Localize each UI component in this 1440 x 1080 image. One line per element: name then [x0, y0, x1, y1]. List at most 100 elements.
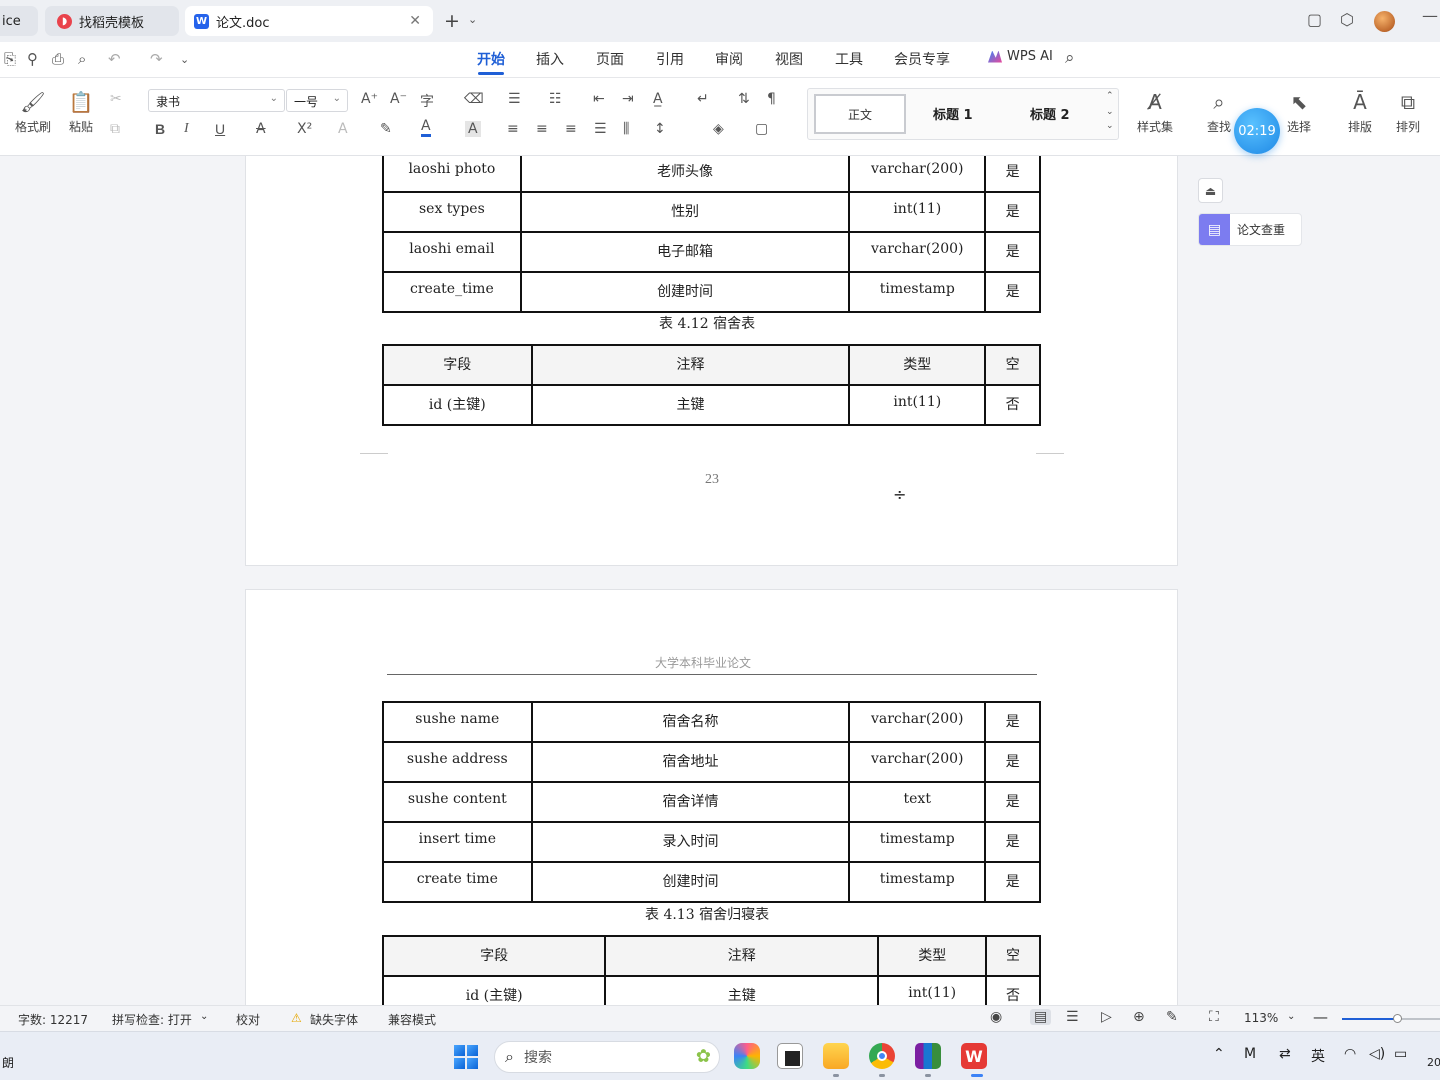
underline-button[interactable]: U: [215, 121, 225, 137]
wps-office-icon[interactable]: W: [961, 1043, 987, 1069]
numbered-list-icon[interactable]: ☷: [549, 91, 562, 107]
font-color-icon[interactable]: A: [421, 119, 431, 137]
menu-review[interactable]: 审阅: [715, 49, 743, 69]
collapse-panel-button[interactable]: ⏏: [1198, 178, 1223, 203]
chevron-down-icon[interactable]: ⌄: [200, 1011, 208, 1022]
close-tab-icon[interactable]: ✕: [409, 13, 421, 29]
find-button[interactable]: ⌕ 查找: [1204, 90, 1234, 135]
phonetic-guide-icon[interactable]: 字: [420, 91, 434, 111]
text-effect-icon[interactable]: A: [338, 121, 348, 137]
undo-icon[interactable]: ↶: [108, 50, 121, 68]
grow-font-icon[interactable]: A⁺: [361, 91, 378, 107]
window-layout-icon[interactable]: ▢: [1307, 10, 1322, 29]
minimize-icon[interactable]: —: [1422, 6, 1438, 25]
arrange-button[interactable]: ⧉ 排列: [1388, 90, 1428, 135]
cube-icon[interactable]: ⬡: [1340, 10, 1354, 29]
italic-button[interactable]: I: [184, 121, 189, 137]
zoom-out-icon[interactable]: —: [1313, 1008, 1328, 1026]
taskbar-search[interactable]: ⌕ 搜索 ✿: [494, 1041, 720, 1073]
chevron-down-icon[interactable]: ⌄: [468, 13, 477, 26]
tab-document[interactable]: W 论文.doc ✕: [185, 6, 433, 36]
tab-daoke-templates[interactable]: ◗ 找稻壳模板: [45, 6, 179, 36]
missing-font-button[interactable]: 缺失字体: [310, 1011, 358, 1028]
sort-icon[interactable]: ⇅: [738, 91, 750, 107]
select-button[interactable]: ⬉ 选择: [1282, 90, 1316, 135]
page-view-icon[interactable]: ▤: [1030, 1009, 1052, 1025]
menu-view[interactable]: 视图: [775, 49, 803, 69]
wifi-icon[interactable]: ◠: [1344, 1046, 1356, 1062]
switch-icon[interactable]: ⇄: [1279, 1046, 1291, 1062]
copilot-app-icon[interactable]: [734, 1043, 760, 1069]
style-set-button[interactable]: A̸ 样式集: [1130, 90, 1180, 135]
menu-insert[interactable]: 插入: [536, 49, 564, 69]
wps-ai-button[interactable]: WPS AI: [988, 49, 1053, 64]
justify-icon[interactable]: ☰: [594, 121, 607, 137]
word-count[interactable]: 字数: 12217: [18, 1011, 88, 1028]
style-heading-2[interactable]: 标题 2: [1030, 104, 1070, 123]
menu-tools[interactable]: 工具: [835, 49, 863, 69]
volume-icon[interactable]: ◁): [1369, 1046, 1385, 1062]
new-tab-button[interactable]: +: [444, 10, 460, 32]
web-view-icon[interactable]: ⊕: [1133, 1009, 1145, 1025]
redo-icon[interactable]: ↷: [150, 50, 163, 68]
align-left-icon[interactable]: ≡: [507, 121, 519, 137]
font-size-select[interactable]: 一号 ⌄: [286, 89, 348, 112]
chevron-down-icon[interactable]: ⌄: [1287, 1011, 1295, 1022]
play-icon[interactable]: ▷: [1101, 1009, 1112, 1025]
recording-timer-badge[interactable]: 02:19: [1234, 108, 1280, 154]
menu-home[interactable]: 开始: [477, 49, 505, 69]
paste-button[interactable]: 📋 粘贴: [61, 90, 101, 135]
terminal-app-icon[interactable]: [777, 1043, 803, 1069]
format-painter-button[interactable]: 🖌 格式刷: [12, 90, 54, 135]
clear-format-icon[interactable]: ⌫: [464, 91, 484, 107]
align-center-icon[interactable]: ≡: [536, 121, 548, 137]
show-marks-icon[interactable]: ¶: [767, 91, 776, 107]
save-icon[interactable]: ⚲: [27, 50, 38, 68]
file-explorer-icon[interactable]: [823, 1043, 849, 1069]
zoom-slider[interactable]: [1342, 1018, 1440, 1020]
gallery-expand-icon[interactable]: ⌄: [1106, 121, 1114, 131]
proofread-button[interactable]: 校对: [236, 1011, 260, 1028]
windows-start-icon[interactable]: [454, 1045, 478, 1069]
gallery-scroll-up-icon[interactable]: ⌃: [1106, 91, 1114, 101]
strikethrough-icon[interactable]: A: [256, 121, 266, 137]
input-method-indicator[interactable]: 英: [1311, 1046, 1325, 1066]
highlight-icon[interactable]: ✎: [380, 121, 392, 137]
align-right-icon[interactable]: ≡: [565, 121, 577, 137]
print-icon[interactable]: ⎙: [52, 50, 64, 68]
thesis-check-button[interactable]: ▤ 论文查重: [1198, 213, 1302, 246]
text-direction-icon[interactable]: A̲: [653, 91, 663, 107]
shading-icon[interactable]: ◈: [713, 121, 724, 137]
fit-page-icon[interactable]: ⛶: [1209, 1009, 1219, 1025]
bullet-list-icon[interactable]: ☰: [508, 91, 521, 107]
pen-icon[interactable]: ✎: [1166, 1009, 1178, 1025]
menu-references[interactable]: 引用: [656, 49, 684, 69]
style-heading-1[interactable]: 标题 1: [933, 104, 973, 123]
file-icon[interactable]: ⎘: [4, 50, 16, 68]
line-spacing-icon[interactable]: ↕: [654, 121, 666, 137]
zoom-slider-handle[interactable]: [1393, 1014, 1402, 1023]
tray-app-icon[interactable]: M: [1244, 1046, 1256, 1062]
tab-partial[interactable]: ice: [0, 6, 38, 36]
quick-access-chevron-icon[interactable]: ⌄: [180, 53, 189, 66]
distributed-icon[interactable]: ⫼: [623, 121, 629, 137]
bold-button[interactable]: B: [155, 121, 165, 137]
eye-protection-icon[interactable]: ◉: [990, 1009, 1002, 1025]
chevron-up-icon[interactable]: ⌃: [1213, 1046, 1225, 1062]
shrink-font-icon[interactable]: A⁻: [390, 91, 407, 107]
spell-check-toggle[interactable]: 拼写检查: 打开: [112, 1011, 192, 1028]
menu-member[interactable]: 会员专享: [894, 49, 950, 69]
print-preview-icon[interactable]: ⌕: [78, 50, 86, 68]
outline-view-icon[interactable]: ☰: [1066, 1009, 1079, 1025]
border-icon[interactable]: ▢: [755, 121, 768, 137]
layout-button[interactable]: Ā 排版: [1341, 90, 1379, 135]
decrease-indent-icon[interactable]: ⇤: [593, 91, 605, 107]
menu-page[interactable]: 页面: [596, 49, 624, 69]
zoom-level[interactable]: 113%: [1244, 1011, 1278, 1025]
copy-icon[interactable]: ⧉: [110, 121, 120, 137]
avatar[interactable]: [1374, 11, 1395, 32]
search-icon[interactable]: ⌕: [1065, 48, 1075, 68]
cut-icon[interactable]: ✂: [110, 91, 122, 107]
char-shading-icon[interactable]: A: [465, 121, 481, 137]
superscript-icon[interactable]: X²: [297, 121, 312, 137]
